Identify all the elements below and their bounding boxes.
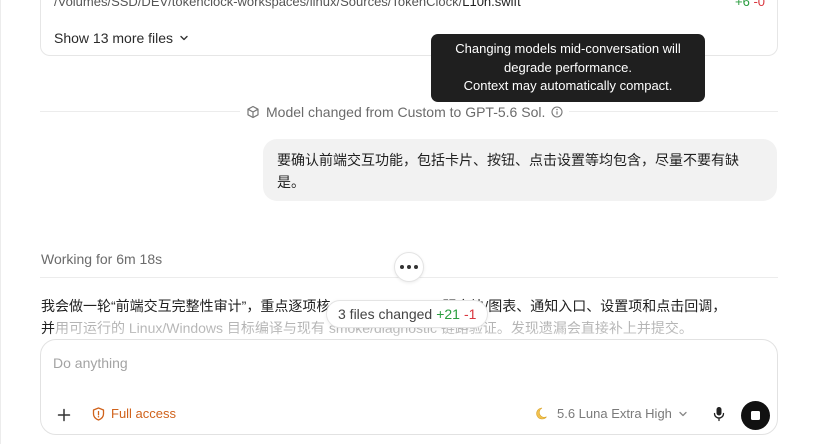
- composer: Full access 5.6 Luna Extra High: [40, 339, 778, 435]
- model-selector[interactable]: 5.6 Luna Extra High: [536, 406, 688, 421]
- tooltip-line-1: Changing models mid-conversation will: [455, 41, 681, 56]
- sidebar-edge: [0, 0, 1, 444]
- model-change-text: Model changed from Custom to GPT-5.6 Sol…: [266, 104, 546, 120]
- model-change-notice: Model changed from Custom to GPT-5.6 Sol…: [240, 102, 570, 122]
- dot-icon: [414, 265, 418, 269]
- changed-file-row[interactable]: /Volumes/SSD/DEV/tokenclock-workspaces/l…: [54, 0, 765, 12]
- plus-icon: [57, 408, 71, 422]
- files-changed-pill[interactable]: 3 files changed +21 -1: [326, 300, 489, 328]
- working-status[interactable]: Working for 6m 18s: [41, 251, 162, 267]
- microphone-button[interactable]: [711, 403, 727, 425]
- model-selector-label: 5.6 Luna Extra High: [557, 406, 672, 421]
- assistant-line-1-head: 我会做一轮“前端交互完整性审计”，重点逐项核: [41, 298, 331, 314]
- tooltip-line-3: Context may automatically compact.: [463, 78, 673, 93]
- prompt-input[interactable]: [53, 352, 753, 374]
- access-level-button[interactable]: Full access: [92, 406, 176, 421]
- dot-icon: [400, 265, 404, 269]
- microphone-icon: [713, 407, 725, 422]
- show-more-label: Show 13 more files: [54, 30, 174, 46]
- file-additions: +6: [734, 0, 750, 9]
- conversation-view: /Volumes/SSD/DEV/tokenclock-workspaces/l…: [0, 0, 832, 444]
- chevron-down-icon: [180, 35, 188, 41]
- stop-button[interactable]: [741, 401, 770, 430]
- stop-icon: [751, 411, 760, 420]
- info-icon[interactable]: [551, 106, 563, 118]
- tooltip-line-2: degrade performance.: [504, 59, 632, 75]
- file-path: /Volumes/SSD/DEV/tokenclock-workspaces/l…: [54, 0, 463, 9]
- user-message-bubble: 要确认前端交互功能，包括卡片、按钮、点击设置等均包含，尽量不要有缺是。: [263, 139, 777, 201]
- files-changed-additions: +21: [436, 306, 460, 322]
- moon-icon: [536, 407, 547, 420]
- add-button[interactable]: [53, 404, 75, 426]
- model-change-tooltip: Changing models mid-conversation will de…: [431, 34, 705, 102]
- cube-icon: [247, 105, 259, 119]
- file-name: L10n.swift: [462, 0, 521, 9]
- file-diff-stats: +6 -0: [735, 0, 765, 9]
- file-deletions: -0: [753, 0, 765, 9]
- dot-icon: [407, 265, 411, 269]
- access-level-label: Full access: [111, 406, 177, 421]
- user-message-text: 要确认前端交互功能，包括卡片、按钮、点击设置等均包含，尽量不要有缺是。: [277, 152, 739, 190]
- more-options-button[interactable]: [394, 252, 424, 282]
- shield-alert-icon: [92, 406, 105, 421]
- files-changed-label: 3 files changed: [338, 306, 433, 322]
- show-more-files-button[interactable]: Show 13 more files: [54, 30, 189, 46]
- files-changed-deletions: -1: [463, 306, 477, 322]
- assistant-line-2-head: 并: [41, 320, 55, 336]
- chevron-down-icon: [679, 411, 687, 416]
